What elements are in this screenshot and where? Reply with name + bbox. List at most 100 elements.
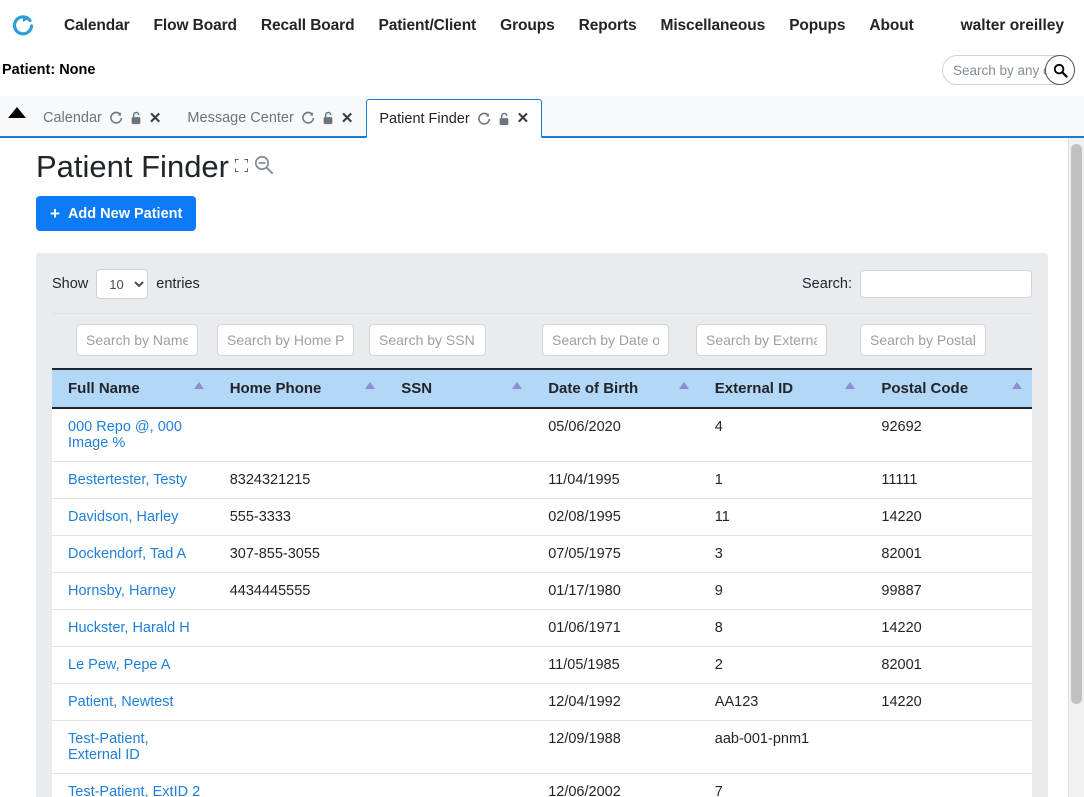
cell-postal-code: 92692 [865, 408, 1032, 463]
cell-external-id: 9 [698, 572, 866, 611]
plus-icon: + [50, 204, 60, 224]
column-header-postal-code[interactable]: Postal Code [865, 368, 1032, 410]
nav-item-recall-board[interactable]: Recall Board [249, 11, 367, 41]
patient-name-link[interactable]: Patient, Newtest [68, 694, 174, 710]
cell-date-of-birth: 05/06/2020 [532, 408, 699, 463]
sort-asc-icon[interactable] [845, 382, 856, 390]
global-search-button[interactable] [1045, 55, 1075, 85]
nav-item-flow-board[interactable]: Flow Board [142, 11, 249, 41]
nav-item-miscellaneous[interactable]: Miscellaneous [649, 11, 778, 41]
refresh-icon[interactable] [477, 112, 491, 126]
filter-input-external-id[interactable] [696, 324, 827, 357]
nav-item-calendar[interactable]: Calendar [52, 11, 142, 41]
table-search-input[interactable] [860, 270, 1032, 299]
expand-corners-icon[interactable] [234, 157, 249, 177]
table-row: Test-Patient, ExtID 2 12/06/2002 7 [52, 773, 1032, 797]
filter-input-name[interactable] [76, 324, 198, 357]
scrollbar-thumb[interactable] [1071, 144, 1082, 704]
add-new-patient-button[interactable]: + Add New Patient [36, 196, 197, 232]
nav-item-groups[interactable]: Groups [488, 11, 567, 41]
nav-item-patient-client[interactable]: Patient/Client [366, 11, 488, 41]
current-user-label[interactable]: walter oreilley [957, 11, 1068, 41]
tab-message-center[interactable]: Message Center ✕ [174, 99, 366, 136]
entries-label: entries [156, 276, 200, 293]
cell-date-of-birth: 12/09/1988 [532, 720, 699, 775]
close-icon[interactable]: ✕ [149, 111, 162, 126]
cell-postal-code [865, 720, 1032, 775]
cell-full-name: Test-Patient, External ID [52, 720, 214, 775]
cell-ssn [385, 535, 533, 574]
cell-external-id: 3 [698, 535, 866, 574]
filter-cell-ssn [352, 324, 504, 357]
nav-item-about[interactable]: About [857, 11, 925, 41]
column-header-ssn[interactable]: SSN [385, 368, 533, 410]
cell-home-phone: 4434445555 [213, 572, 386, 611]
add-new-patient-label: Add New Patient [67, 205, 183, 222]
cell-full-name: Hornsby, Harney [52, 572, 214, 611]
patient-name-link[interactable]: 000 Repo @, 000 Image % [68, 419, 182, 451]
filter-input-home-phone[interactable] [217, 324, 354, 357]
nav-item-popups[interactable]: Popups [777, 11, 857, 41]
refresh-icon[interactable] [301, 111, 315, 125]
nav-item-reports[interactable]: Reports [567, 11, 649, 41]
app-logo-icon[interactable] [10, 13, 36, 39]
page-length-select[interactable]: 10 25 50 100 [96, 269, 149, 300]
filter-input-postal-code[interactable] [860, 324, 986, 357]
cell-home-phone [213, 720, 386, 775]
search-label: Search: [802, 276, 852, 293]
patient-name-link[interactable]: Hornsby, Harney [68, 583, 176, 599]
column-header-home-phone[interactable]: Home Phone [213, 368, 386, 410]
global-search-box [942, 55, 1075, 85]
cell-postal-code: 82001 [865, 535, 1032, 574]
page-title: Patient Finder [36, 149, 229, 184]
sort-asc-icon[interactable] [365, 382, 376, 390]
table-row: Hornsby, Harney 4434445555 01/17/1980 9 9988… [52, 572, 1032, 611]
refresh-icon[interactable] [109, 111, 123, 125]
column-header-external-id[interactable]: External ID [698, 368, 866, 410]
patient-name-link[interactable]: Test-Patient, ExtID 2 [68, 784, 200, 797]
current-patient-label: Patient: None [2, 62, 96, 78]
sort-asc-icon[interactable] [1012, 382, 1022, 390]
cell-date-of-birth: 01/06/1971 [532, 609, 699, 648]
vertical-scrollbar[interactable] [1068, 138, 1084, 797]
patient-name-link[interactable]: Bestertester, Testy [68, 472, 187, 488]
cell-ssn [385, 408, 533, 463]
unlock-icon[interactable] [322, 111, 334, 125]
filter-cell-postal-code [834, 324, 986, 357]
close-icon[interactable]: ✕ [341, 111, 354, 126]
sort-asc-icon[interactable] [512, 382, 523, 390]
tabbar-collapse-icon[interactable] [4, 96, 30, 136]
filter-input-date-of-birth[interactable] [542, 324, 669, 357]
column-label: Full Name [68, 380, 140, 398]
tab-patient-finder[interactable]: Patient Finder ✕ [366, 99, 543, 138]
cell-ssn [385, 572, 533, 611]
column-header-date-of-birth[interactable]: Date of Birth [532, 368, 699, 410]
cell-postal-code: 11111 [865, 461, 1032, 500]
patient-name-link[interactable]: Test-Patient, External ID [68, 731, 149, 763]
table-row: Dockendorf, Tad A 307-855-3055 07/05/1975 3… [52, 535, 1032, 574]
table-controls: Show 10 25 50 100 entries Search: [52, 267, 1032, 313]
patient-name-link[interactable]: Dockendorf, Tad A [68, 546, 186, 562]
cell-full-name: Huckster, Harald H [52, 609, 214, 648]
patient-name-link[interactable]: Davidson, Harley [68, 509, 178, 525]
column-header-full-name[interactable]: Full Name [52, 368, 214, 410]
cell-full-name: Davidson, Harley [52, 498, 214, 537]
table-header-row: Full Name Home Phone SSN Date of Birth E… [52, 368, 1032, 410]
close-icon[interactable]: ✕ [517, 111, 530, 126]
unlock-icon[interactable] [130, 111, 142, 125]
patient-name-link[interactable]: Le Pew, Pepe A [68, 657, 170, 673]
cell-external-id: 7 [698, 773, 866, 797]
sort-asc-icon[interactable] [193, 382, 204, 390]
cell-date-of-birth: 02/08/1995 [532, 498, 699, 537]
filter-input-ssn[interactable] [369, 324, 486, 357]
cell-date-of-birth: 12/04/1992 [532, 683, 699, 722]
zoom-out-icon[interactable] [253, 154, 275, 181]
tab-calendar[interactable]: Calendar ✕ [30, 99, 174, 136]
patient-name-link[interactable]: Huckster, Harald H [68, 620, 190, 636]
show-label: Show [52, 276, 89, 293]
global-search-input[interactable] [943, 62, 1047, 78]
cell-external-id: 1 [698, 461, 866, 500]
table-row: 000 Repo @, 000 Image % 05/06/2020 4 92692 [52, 408, 1032, 463]
sort-asc-icon[interactable] [678, 382, 689, 390]
unlock-icon[interactable] [498, 112, 510, 126]
